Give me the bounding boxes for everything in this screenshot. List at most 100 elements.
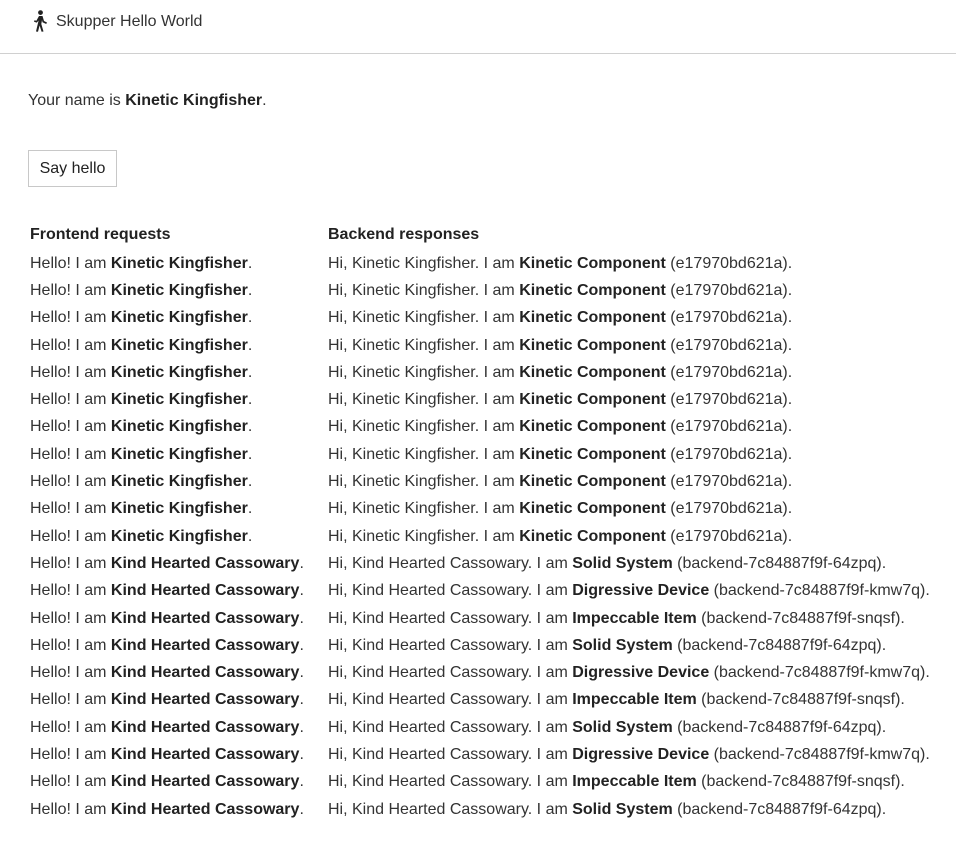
table-row: Hello! I am Kind Hearted Cassowary. Hi, K… [28, 796, 932, 823]
response-name: Kinetic Component [519, 445, 666, 463]
backend-response-cell: Hi, Kinetic Kingfisher. I am Kinetic Com… [326, 414, 932, 441]
request-prefix: Hello! I am [30, 691, 111, 709]
frontend-request-cell: Hello! I am Kinetic Kingfisher. [28, 305, 326, 332]
table-row: Hello! I am Kind Hearted Cassowary. Hi, K… [28, 632, 932, 659]
response-suffix: (backend-7c84887f9f-kmw7q). [709, 745, 930, 763]
request-name: Kind Hearted Cassowary [110, 554, 300, 572]
request-name: Kinetic Kingfisher [110, 473, 248, 491]
frontend-request-cell: Hello! I am Kind Hearted Cassowary. [28, 605, 326, 632]
response-name: Digressive Device [572, 745, 710, 763]
backend-response-cell: Hi, Kind Hearted Cassowary. I am Impecca… [326, 769, 932, 796]
response-prefix: Hi, Kinetic Kingfisher. I am [328, 281, 520, 299]
frontend-request-cell: Hello! I am Kinetic Kingfisher. [28, 277, 326, 304]
request-name: Kinetic Kingfisher [110, 445, 248, 463]
request-prefix: Hello! I am [30, 582, 111, 600]
response-prefix: Hi, Kinetic Kingfisher. I am [328, 527, 520, 545]
request-prefix: Hello! I am [30, 336, 111, 354]
frontend-request-cell: Hello! I am Kinetic Kingfisher. [28, 250, 326, 277]
request-prefix: Hello! I am [30, 636, 111, 654]
request-prefix: Hello! I am [30, 418, 111, 436]
log-body: Hello! I am Kinetic Kingfisher. Hi, Kinet… [28, 250, 932, 823]
backend-response-cell: Hi, Kinetic Kingfisher. I am Kinetic Com… [326, 250, 932, 277]
request-prefix: Hello! I am [30, 745, 111, 763]
response-suffix: (e17970bd621a). [665, 445, 793, 463]
response-suffix: (e17970bd621a). [665, 527, 793, 545]
response-prefix: Hi, Kind Hearted Cassowary. I am [328, 636, 573, 654]
response-name: Kinetic Component [519, 500, 666, 518]
backend-response-cell: Hi, Kinetic Kingfisher. I am Kinetic Com… [326, 332, 932, 359]
response-suffix: (backend-7c84887f9f-kmw7q). [709, 582, 930, 600]
request-suffix: . [247, 500, 253, 518]
table-row: Hello! I am Kinetic Kingfisher. Hi, Kinet… [28, 414, 932, 441]
response-prefix: Hi, Kinetic Kingfisher. I am [328, 254, 520, 272]
response-suffix: (e17970bd621a). [665, 391, 793, 409]
response-suffix: (backend-7c84887f9f-64zpq). [672, 554, 887, 572]
response-name: Kinetic Component [519, 391, 666, 409]
table-row: Hello! I am Kinetic Kingfisher. Hi, Kinet… [28, 468, 932, 495]
request-name: Kind Hearted Cassowary [110, 691, 300, 709]
table-row: Hello! I am Kind Hearted Cassowary. Hi, K… [28, 714, 932, 741]
table-row: Hello! I am Kinetic Kingfisher. Hi, Kinet… [28, 277, 932, 304]
frontend-request-cell: Hello! I am Kind Hearted Cassowary. [28, 769, 326, 796]
backend-response-cell: Hi, Kind Hearted Cassowary. I am Digress… [326, 578, 932, 605]
request-suffix: . [247, 336, 253, 354]
response-prefix: Hi, Kind Hearted Cassowary. I am [328, 664, 573, 682]
response-suffix: (e17970bd621a). [665, 473, 793, 491]
backend-response-cell: Hi, Kind Hearted Cassowary. I am Solid S… [326, 714, 932, 741]
request-suffix: . [247, 391, 253, 409]
frontend-request-cell: Hello! I am Kind Hearted Cassowary. [28, 741, 326, 768]
table-row: Hello! I am Kind Hearted Cassowary. Hi, K… [28, 578, 932, 605]
app-header: Skupper Hello World [0, 0, 956, 54]
say-hello-button[interactable]: Say hello [28, 150, 117, 187]
response-prefix: Hi, Kinetic Kingfisher. I am [328, 391, 520, 409]
request-prefix: Hello! I am [30, 527, 111, 545]
table-row: Hello! I am Kinetic Kingfisher. Hi, Kinet… [28, 332, 932, 359]
table-row: Hello! I am Kinetic Kingfisher. Hi, Kinet… [28, 250, 932, 277]
request-name: Kinetic Kingfisher [110, 527, 248, 545]
response-suffix: (e17970bd621a). [665, 500, 793, 518]
response-name: Impeccable Item [572, 691, 697, 709]
request-suffix: . [299, 691, 304, 709]
request-suffix: . [247, 418, 253, 436]
response-suffix: (e17970bd621a). [665, 336, 793, 354]
request-suffix: . [247, 254, 253, 272]
response-suffix: (backend-7c84887f9f-64zpq). [672, 718, 887, 736]
frontend-request-cell: Hello! I am Kinetic Kingfisher. [28, 414, 326, 441]
response-prefix: Hi, Kinetic Kingfisher. I am [328, 445, 520, 463]
backend-response-cell: Hi, Kinetic Kingfisher. I am Kinetic Com… [326, 359, 932, 386]
request-name: Kinetic Kingfisher [110, 500, 248, 518]
request-prefix: Hello! I am [30, 309, 111, 327]
request-prefix: Hello! I am [30, 800, 111, 818]
frontend-request-cell: Hello! I am Kinetic Kingfisher. [28, 332, 326, 359]
request-suffix: . [299, 745, 304, 763]
response-name: Digressive Device [572, 664, 710, 682]
request-suffix: . [247, 281, 253, 299]
response-prefix: Hi, Kind Hearted Cassowary. I am [328, 745, 573, 763]
request-suffix: . [299, 636, 304, 654]
request-name: Kinetic Kingfisher [110, 309, 248, 327]
response-prefix: Hi, Kind Hearted Cassowary. I am [328, 609, 573, 627]
request-name: Kind Hearted Cassowary [110, 773, 300, 791]
request-prefix: Hello! I am [30, 363, 111, 381]
response-suffix: (backend-7c84887f9f-64zpq). [672, 800, 887, 818]
request-name: Kinetic Kingfisher [110, 363, 248, 381]
request-suffix: . [247, 445, 253, 463]
request-suffix: . [299, 664, 304, 682]
backend-response-cell: Hi, Kind Hearted Cassowary. I am Digress… [326, 741, 932, 768]
response-name: Kinetic Component [519, 527, 666, 545]
response-prefix: Hi, Kinetic Kingfisher. I am [328, 500, 520, 518]
table-header-row: Frontend requests Backend responses [28, 226, 932, 250]
app-title: Skupper Hello World [56, 13, 203, 30]
response-prefix: Hi, Kinetic Kingfisher. I am [328, 309, 520, 327]
response-suffix: (e17970bd621a). [665, 281, 793, 299]
request-name: Kind Hearted Cassowary [110, 609, 300, 627]
request-prefix: Hello! I am [30, 609, 111, 627]
response-suffix: (backend-7c84887f9f-snqsf). [696, 691, 905, 709]
backend-response-cell: Hi, Kinetic Kingfisher. I am Kinetic Com… [326, 305, 932, 332]
table-row: Hello! I am Kinetic Kingfisher. Hi, Kinet… [28, 359, 932, 386]
response-prefix: Hi, Kinetic Kingfisher. I am [328, 418, 520, 436]
response-prefix: Hi, Kinetic Kingfisher. I am [328, 336, 520, 354]
request-name: Kind Hearted Cassowary [110, 582, 300, 600]
user-name: Kinetic Kingfisher [125, 92, 263, 109]
response-name: Kinetic Component [519, 418, 666, 436]
